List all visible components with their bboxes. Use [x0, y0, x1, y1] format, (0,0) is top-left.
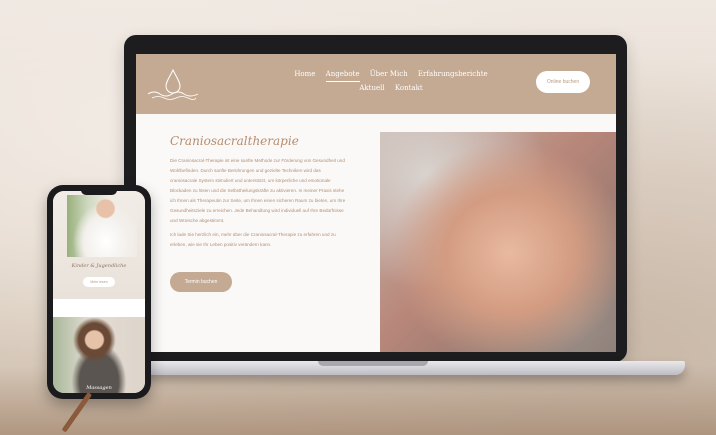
nav-item-home[interactable]: Home — [294, 68, 315, 81]
nav-item-erfahrungsberichte[interactable]: Erfahrungsberichte — [418, 68, 488, 81]
child-photo — [67, 195, 137, 257]
site-header: Home Angebote Über Mich Erfahrungsberich… — [136, 54, 616, 114]
service-card-title: Kinder & Jugendliche — [71, 263, 127, 269]
invite-paragraph: Ich lade Sie herzlich ein, mehr über die… — [170, 232, 336, 247]
main-nav: Home Angebote Über Mich Erfahrungsberich… — [276, 68, 506, 95]
content-body: Die Craniosacral-Therapie ist eine sanft… — [170, 156, 346, 254]
water-drop-logo-icon[interactable] — [146, 64, 200, 104]
phone-screen: Kinder & Jugendliche Mehr lesen Massagen — [53, 191, 145, 393]
nav-item-kontakt[interactable]: Kontakt — [395, 82, 423, 95]
nav-item-ueber-mich[interactable]: Über Mich — [370, 68, 408, 81]
online-booking-button[interactable]: Online buchen — [536, 71, 590, 93]
nav-item-aktuell[interactable]: Aktuell — [359, 82, 384, 95]
book-appointment-button[interactable]: Termin buchen — [170, 272, 232, 292]
service-card-massage[interactable] — [53, 317, 145, 393]
nav-item-angebote[interactable]: Angebote — [325, 68, 360, 82]
phone-notch — [81, 189, 117, 195]
laptop-screen: Home Angebote Über Mich Erfahrungsberich… — [136, 54, 616, 352]
laptop-hinge — [318, 361, 428, 366]
read-more-button[interactable]: Mehr lesen — [83, 277, 115, 287]
intro-paragraph: Die Craniosacral-Therapie ist eine sanft… — [170, 158, 346, 223]
page-title: Craniosacraltherapie — [170, 134, 299, 148]
service-card-kids[interactable]: Kinder & Jugendliche Mehr lesen — [53, 191, 145, 299]
treatment-photo — [380, 132, 616, 352]
service-card-title: Massagen — [86, 385, 112, 391]
